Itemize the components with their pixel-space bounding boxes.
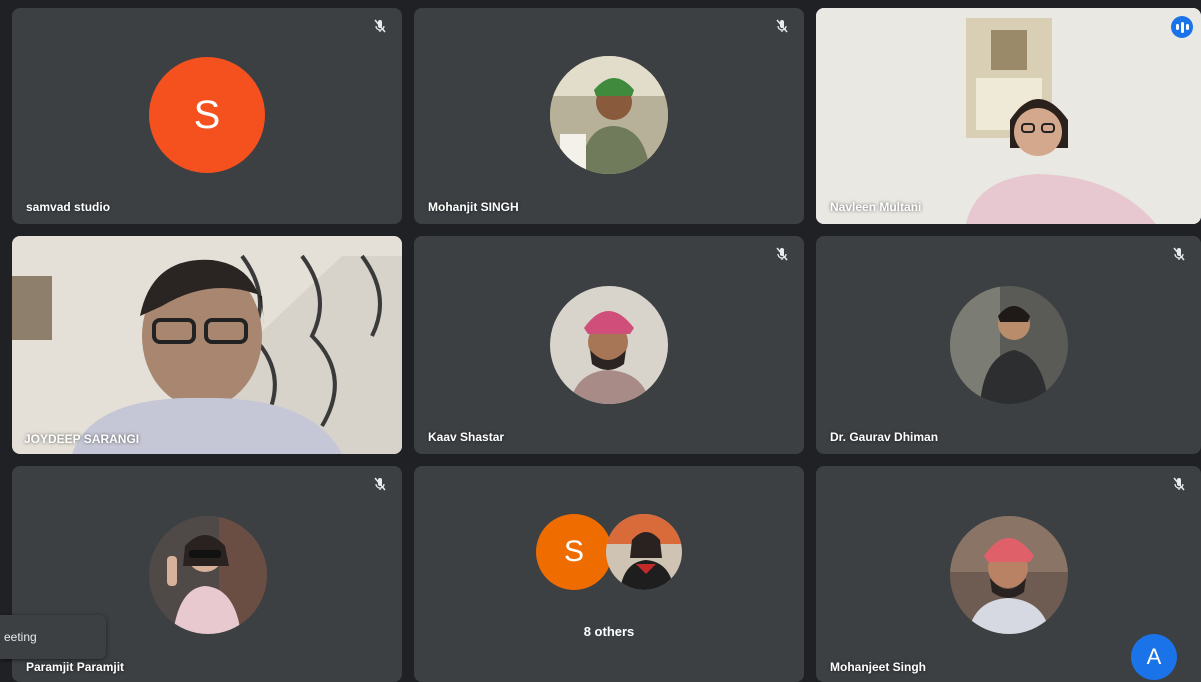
avatar bbox=[950, 286, 1068, 404]
participant-name: JOYDEEP SARANGI bbox=[24, 432, 140, 446]
account-panel: A bbox=[1098, 620, 1201, 682]
participant-name: Dr. Gaurav Dhiman bbox=[830, 430, 939, 444]
avatar-initial: S bbox=[193, 92, 221, 137]
participant-tile-navleen-multani[interactable]: Navleen Multani bbox=[816, 8, 1201, 224]
mic-off-icon bbox=[374, 477, 386, 491]
speaking-indicator-icon bbox=[1171, 16, 1193, 38]
avatar bbox=[550, 56, 668, 174]
mic-off-icon bbox=[776, 19, 788, 33]
participant-name: samvad studio bbox=[26, 200, 111, 214]
participant-name: Kaav Shastar bbox=[428, 430, 505, 444]
participant-name: Navleen Multani bbox=[830, 200, 922, 214]
others-avatar-photo bbox=[606, 514, 682, 590]
mic-off-icon bbox=[1173, 247, 1185, 261]
mic-off-icon bbox=[374, 19, 386, 33]
avatar: S bbox=[149, 57, 265, 173]
participant-tile-joydeep-sarangi[interactable]: JOYDEEP SARANGI bbox=[12, 236, 402, 454]
avatar bbox=[950, 516, 1068, 634]
participant-name: Mohanjeet Singh bbox=[830, 660, 926, 674]
mic-off-icon bbox=[1173, 477, 1185, 491]
avatar-initial: S bbox=[563, 535, 584, 568]
participant-tile-mohanjit-singh[interactable]: Mohanjit SINGH bbox=[414, 8, 804, 224]
avatar bbox=[550, 286, 668, 404]
others-tile[interactable]: S 8 others bbox=[414, 466, 804, 682]
others-count-label: 8 others bbox=[583, 624, 635, 639]
mic-off-icon bbox=[776, 247, 788, 261]
participant-tile-samvad-studio[interactable]: S samvad studio bbox=[12, 8, 402, 224]
participant-name: Paramjit Paramjit bbox=[26, 660, 125, 674]
video-feed bbox=[12, 236, 402, 454]
account-avatar-button[interactable]: A bbox=[1131, 634, 1177, 680]
avatar bbox=[149, 516, 267, 634]
participant-tile-gaurav-dhiman[interactable]: Dr. Gaurav Dhiman bbox=[816, 236, 1201, 454]
participant-name: Mohanjit SINGH bbox=[428, 200, 519, 214]
meeting-toast[interactable]: eeting bbox=[0, 615, 106, 659]
video-feed bbox=[816, 8, 1201, 224]
toast-text: eeting bbox=[4, 630, 37, 644]
others-avatar: S bbox=[536, 514, 612, 590]
account-initial: A bbox=[1146, 644, 1162, 669]
participant-tile-kaav-shastar[interactable]: Kaav Shastar bbox=[414, 236, 804, 454]
